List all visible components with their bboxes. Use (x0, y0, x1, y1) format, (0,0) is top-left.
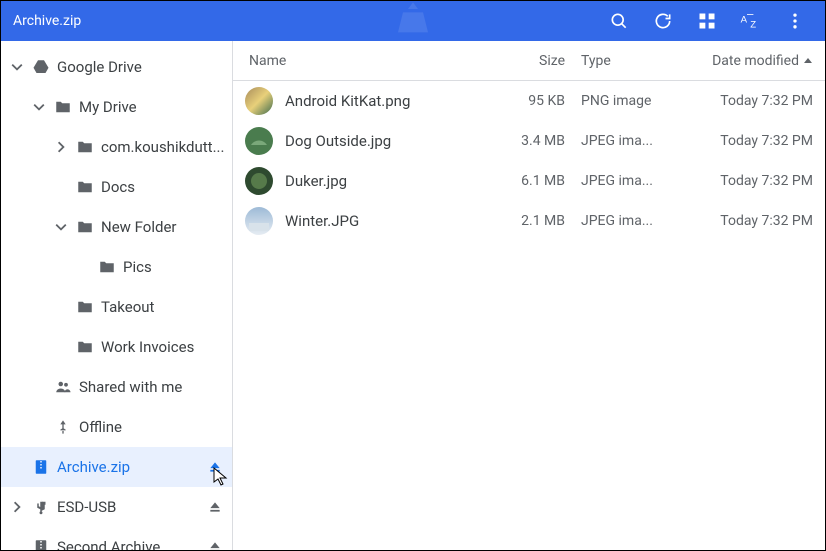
window-title: Archive.zip (13, 13, 81, 29)
file-size: 95 KB (491, 93, 581, 109)
file-thumbnail (245, 87, 273, 115)
zip-icon (29, 538, 53, 550)
sidebar-item-shared[interactable]: Shared with me (1, 367, 232, 407)
column-size[interactable]: Size (491, 53, 581, 69)
table-row[interactable]: Duker.jpg6.1 MBJPEG ima...Today 7:32 PM (233, 161, 825, 201)
column-name[interactable]: Name (245, 53, 491, 69)
chevron-down-icon[interactable] (49, 221, 73, 233)
file-size: 3.4 MB (491, 133, 581, 149)
sidebar-item-label: ESD-USB (53, 498, 204, 516)
file-size: 6.1 MB (491, 173, 581, 189)
svg-text:A: A (741, 15, 748, 26)
usb-icon (29, 498, 53, 516)
column-header: Name Size Type Date modified (233, 41, 825, 81)
folder-icon (73, 218, 97, 236)
sidebar-item-label: Docs (97, 178, 226, 196)
file-panel: Name Size Type Date modified Android Kit… (233, 41, 825, 550)
folder-icon (73, 298, 97, 316)
table-row[interactable]: Winter.JPG2.1 MBJPEG ima...Today 7:32 PM (233, 201, 825, 241)
file-type: JPEG ima... (581, 173, 685, 189)
sidebar-item-label: My Drive (75, 98, 226, 116)
sidebar-item-koushik[interactable]: com.koushikdutt... (1, 127, 232, 167)
table-row[interactable]: Android KitKat.png95 KBPNG imageToday 7:… (233, 81, 825, 121)
sort-asc-icon (803, 56, 813, 66)
file-date: Today 7:32 PM (685, 213, 813, 229)
sidebar-item-my-drive[interactable]: My Drive (1, 87, 232, 127)
chevron-right-icon[interactable] (49, 141, 73, 153)
column-date[interactable]: Date modified (685, 53, 813, 69)
sidebar-item-new-folder[interactable]: New Folder (1, 207, 232, 247)
drive-icon (29, 58, 53, 76)
file-name: Winter.JPG (285, 212, 491, 230)
file-list[interactable]: Android KitKat.png95 KBPNG imageToday 7:… (233, 81, 825, 550)
file-name: Dog Outside.jpg (285, 132, 491, 150)
sidebar-item-google-drive[interactable]: Google Drive (1, 47, 232, 87)
app-header: Archive.zip AZ (1, 1, 825, 41)
sidebar-item-takeout[interactable]: Takeout (1, 287, 232, 327)
sidebar-item-label: Work Invoices (97, 338, 226, 356)
sidebar-item-second-archive[interactable]: Second Archive... (1, 527, 232, 550)
file-thumbnail (245, 207, 273, 235)
folder-icon (73, 338, 97, 356)
sidebar-item-label: New Folder (97, 218, 226, 236)
pin-icon (51, 419, 75, 435)
sidebar[interactable]: Google Drive My Drive com.koushikdutt...… (1, 41, 233, 550)
sidebar-item-label: Archive.zip (53, 458, 204, 476)
table-row[interactable]: Dog Outside.jpg3.4 MBJPEG ima...Today 7:… (233, 121, 825, 161)
sidebar-item-docs[interactable]: Docs (1, 167, 232, 207)
sidebar-item-label: com.koushikdutt... (97, 138, 226, 156)
zip-icon (29, 458, 53, 476)
sidebar-item-esd-usb[interactable]: ESD-USB (1, 487, 232, 527)
folder-icon (73, 178, 97, 196)
more-icon[interactable] (773, 1, 817, 41)
file-type: JPEG ima... (581, 133, 685, 149)
file-date: Today 7:32 PM (685, 133, 813, 149)
file-name: Duker.jpg (285, 172, 491, 190)
sidebar-item-label: Takeout (97, 298, 226, 316)
sidebar-item-label: Second Archive... (53, 538, 204, 550)
file-type: JPEG ima... (581, 213, 685, 229)
file-size: 2.1 MB (491, 213, 581, 229)
sidebar-item-label: Shared with me (75, 378, 226, 396)
chevron-down-icon[interactable] (5, 61, 29, 73)
sidebar-item-pics[interactable]: Pics (1, 247, 232, 287)
file-name: Android KitKat.png (285, 92, 491, 110)
eject-icon[interactable] (204, 540, 226, 550)
file-date: Today 7:32 PM (685, 173, 813, 189)
chevron-right-icon[interactable] (5, 501, 29, 513)
file-date: Today 7:32 PM (685, 93, 813, 109)
sidebar-item-archive[interactable]: Archive.zip (1, 447, 232, 487)
folder-icon (95, 258, 119, 276)
chevron-down-icon[interactable] (27, 101, 51, 113)
column-date-label: Date modified (712, 53, 799, 69)
view-grid-icon[interactable] (685, 1, 729, 41)
sidebar-item-label: Google Drive (53, 58, 226, 76)
watermark-icon (393, 0, 433, 43)
sidebar-item-label: Offline (75, 418, 226, 436)
sidebar-item-work-invoices[interactable]: Work Invoices (1, 327, 232, 367)
file-type: PNG image (581, 93, 685, 109)
sort-az-icon[interactable]: AZ (729, 1, 773, 41)
sidebar-item-offline[interactable]: Offline (1, 407, 232, 447)
search-icon[interactable] (597, 1, 641, 41)
people-icon (51, 378, 75, 396)
eject-icon[interactable] (204, 500, 226, 514)
file-thumbnail (245, 127, 273, 155)
eject-icon[interactable] (204, 460, 226, 474)
sidebar-item-label: Pics (119, 258, 226, 276)
folder-icon (73, 138, 97, 156)
svg-text:Z: Z (750, 19, 756, 30)
refresh-icon[interactable] (641, 1, 685, 41)
file-thumbnail (245, 167, 273, 195)
folder-icon (51, 98, 75, 116)
column-type[interactable]: Type (581, 53, 685, 69)
